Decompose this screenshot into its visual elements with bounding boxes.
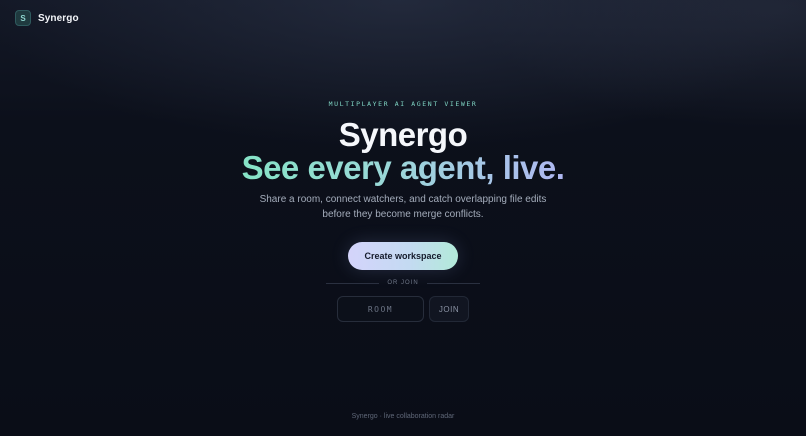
app-logo-icon: S	[15, 10, 31, 26]
hero-tagline: See every agent, live.	[0, 148, 806, 188]
create-workspace-button[interactable]: Create workspace	[348, 242, 458, 270]
divider-line-left	[326, 282, 380, 284]
hero-tagline-text: See every agent, live.	[241, 149, 565, 186]
divider-label: OR JOIN	[387, 280, 419, 286]
footer-text: Synergo · live collaboration radar	[351, 413, 455, 420]
brand[interactable]: S Synergo	[15, 10, 79, 26]
brand-name: Synergo	[38, 12, 79, 24]
divider-line-right	[426, 282, 480, 284]
hero-eyebrow: MULTIPLAYER AI AGENT VIEWER	[328, 100, 478, 108]
hero-description: Share a room, connect watchers, and catc…	[259, 194, 547, 220]
join-button[interactable]: JOIN	[429, 296, 469, 322]
or-join-divider: OR JOIN	[326, 278, 480, 288]
room-input[interactable]	[337, 296, 424, 322]
